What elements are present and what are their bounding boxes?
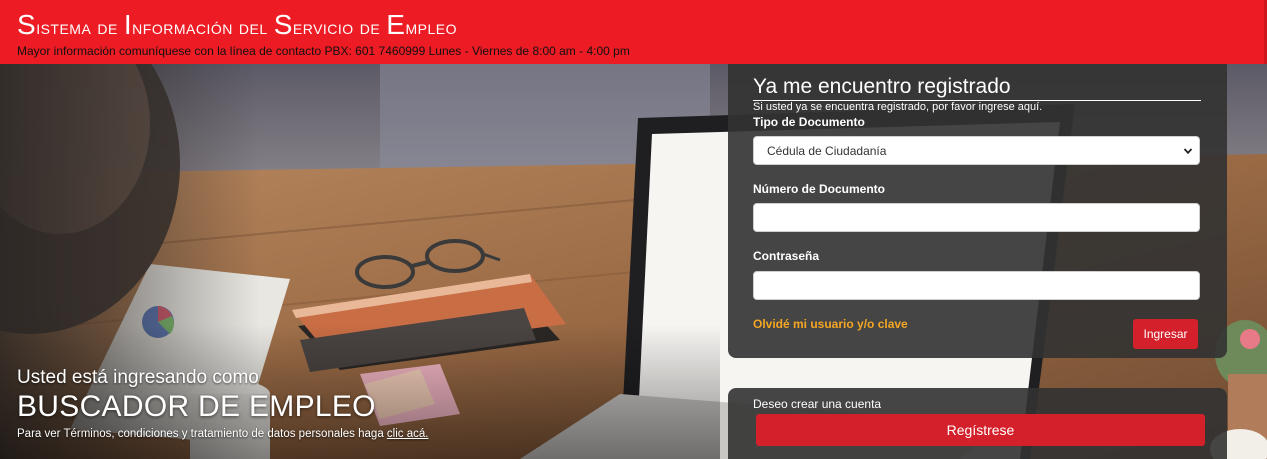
login-title: Ya me encuentro registrado — [753, 74, 1201, 101]
title-word: istema — [36, 17, 98, 39]
doc-type-selected-value: Cédula de Ciudadanía — [767, 144, 887, 158]
chevron-down-icon — [1183, 148, 1193, 155]
site-title: Sistema de Información del Servicio de E… — [17, 8, 457, 45]
contact-info: Mayor información comuníquese con la lín… — [17, 44, 630, 58]
title-word: mpleo — [405, 17, 457, 39]
doc-number-input[interactable] — [753, 203, 1200, 232]
login-description: Si usted ya se encuentra registrado, por… — [753, 101, 1043, 113]
title-initial: I — [123, 9, 133, 40]
title-initial: S — [17, 9, 37, 40]
title-word: de — [359, 17, 387, 39]
doc-type-label: Tipo de Documento — [753, 115, 865, 129]
register-label: Deseo crear una cuenta — [753, 397, 882, 411]
register-button[interactable]: Regístrese — [756, 414, 1205, 446]
title-word: del — [238, 17, 274, 39]
title-word: de — [97, 17, 124, 39]
terms-link[interactable]: clic acá. — [387, 428, 429, 440]
forgot-credentials-link[interactable]: Olvidé mi usuario y/o clave — [753, 317, 908, 331]
header-bar: Sistema de Información del Servicio de E… — [0, 0, 1267, 64]
register-panel: Deseo crear una cuenta Regístrese — [728, 388, 1227, 459]
welcome-subtitle: Usted está ingresando como — [17, 367, 259, 388]
title-initial: E — [386, 9, 406, 40]
doc-type-select[interactable]: Cédula de Ciudadanía — [753, 136, 1200, 165]
title-initial: S — [273, 9, 293, 40]
login-panel: Ya me encuentro registrado Si usted ya s… — [728, 64, 1227, 358]
login-button[interactable]: Ingresar — [1133, 319, 1198, 349]
title-word: ervicio — [292, 17, 360, 39]
password-label: Contraseña — [753, 249, 820, 263]
terms-notice: Para ver Términos, condiciones y tratami… — [17, 428, 428, 440]
password-input[interactable] — [753, 271, 1200, 300]
terms-text: Para ver Términos, condiciones y tratami… — [17, 428, 387, 440]
doc-number-label: Número de Documento — [753, 182, 886, 196]
user-role-title: BUSCADOR DE EMPLEO — [17, 390, 376, 423]
title-word: nformación — [132, 17, 239, 39]
